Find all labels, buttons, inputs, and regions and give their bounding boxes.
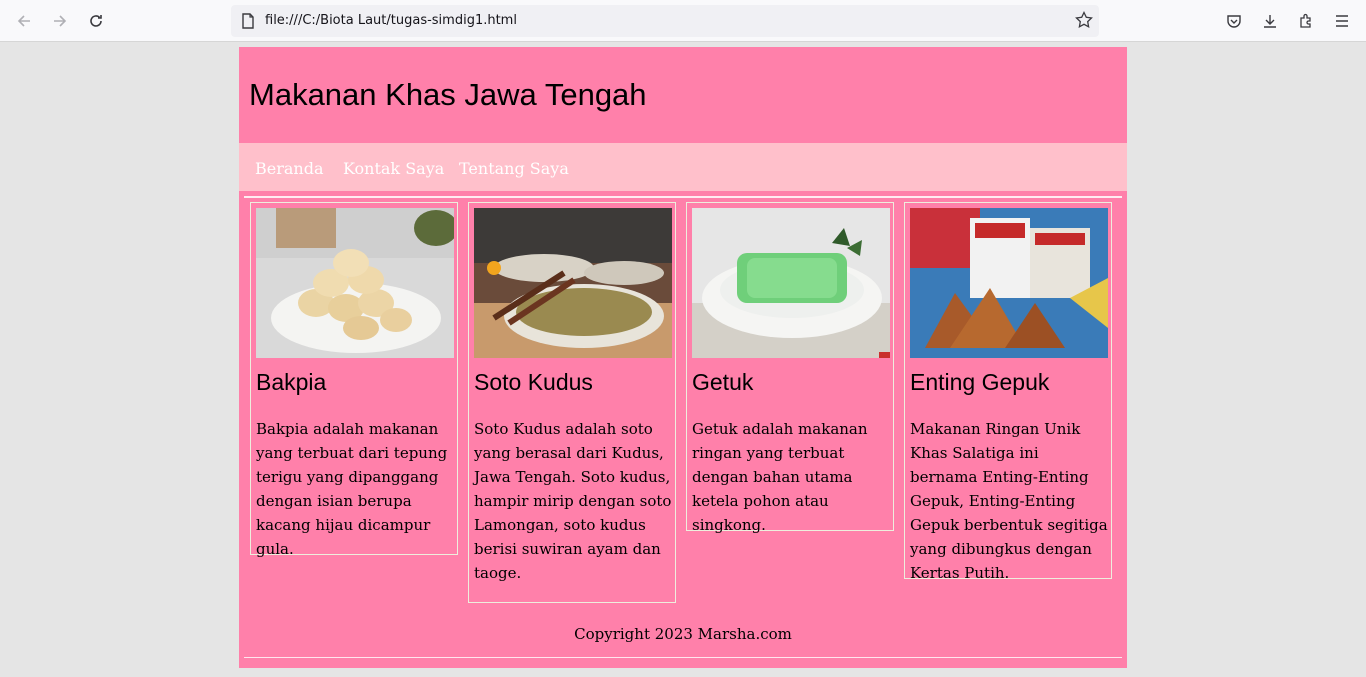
back-arrow-icon <box>17 15 30 27</box>
forward-arrow-icon <box>54 15 67 27</box>
menu-kontak-saya[interactable]: Kontak Saya <box>343 159 444 178</box>
back-button[interactable] <box>12 9 36 33</box>
extensions-icon[interactable] <box>1294 9 1318 33</box>
menu-hamburger-icon[interactable] <box>1330 9 1354 33</box>
site-header: Makanan Khas Jawa Tengah <box>239 47 1127 143</box>
enting-gepuk-image <box>910 208 1108 358</box>
card-bakpia: Bakpia Bakpia adalah makanan yang terbua… <box>250 202 458 558</box>
card-text: Makanan Ringan Unik Khas Salatiga ini be… <box>910 420 1108 582</box>
bakpia-image <box>256 208 454 358</box>
reload-button[interactable] <box>84 9 108 33</box>
card-title: Bakpia <box>256 369 327 395</box>
card-getuk: Getuk Getuk adalah makanan ringan yang t… <box>686 202 894 534</box>
pocket-icon[interactable] <box>1222 9 1246 33</box>
card-soto-kudus: Soto Kudus Soto Kudus adalah soto yang b… <box>468 202 676 603</box>
menu-tentang-saya[interactable]: Tentang Saya <box>459 159 569 178</box>
card-text: Soto Kudus adalah soto yang berasal dari… <box>474 420 672 582</box>
download-icon[interactable] <box>1258 9 1282 33</box>
card-text: Getuk adalah makanan ringan yang terbuat… <box>692 420 868 534</box>
forward-button[interactable] <box>48 9 72 33</box>
card-title: Getuk <box>692 369 754 395</box>
soto-kudus-image <box>474 208 672 358</box>
divider-top <box>244 196 1122 198</box>
card-enting-gepuk: Enting Gepuk Makanan Ringan Unik Khas Sa… <box>904 202 1112 582</box>
divider-bottom <box>244 657 1122 658</box>
card-title: Soto Kudus <box>474 369 593 395</box>
site-footer: Copyright 2023 Marsha.com <box>574 625 792 643</box>
browser-toolbar: file:///C:/Biota Laut/tugas-simdig1.html <box>0 0 1366 42</box>
getuk-image <box>692 208 890 358</box>
card-text: Bakpia adalah makanan yang terbuat dari … <box>256 420 448 558</box>
bookmark-star-icon[interactable] <box>1075 10 1093 34</box>
address-bar[interactable]: file:///C:/Biota Laut/tugas-simdig1.html <box>231 5 1099 37</box>
page-container: Makanan Khas Jawa Tengah Beranda Kontak … <box>239 47 1127 668</box>
site-title: Makanan Khas Jawa Tengah <box>249 77 647 112</box>
page-icon <box>241 13 255 34</box>
menu-beranda[interactable]: Beranda <box>255 159 324 178</box>
card-title: Enting Gepuk <box>910 369 1050 395</box>
reload-icon <box>90 15 102 27</box>
url-text: file:///C:/Biota Laut/tugas-simdig1.html <box>265 13 517 28</box>
site-menu: Beranda Kontak Saya Tentang Saya <box>239 143 1127 191</box>
